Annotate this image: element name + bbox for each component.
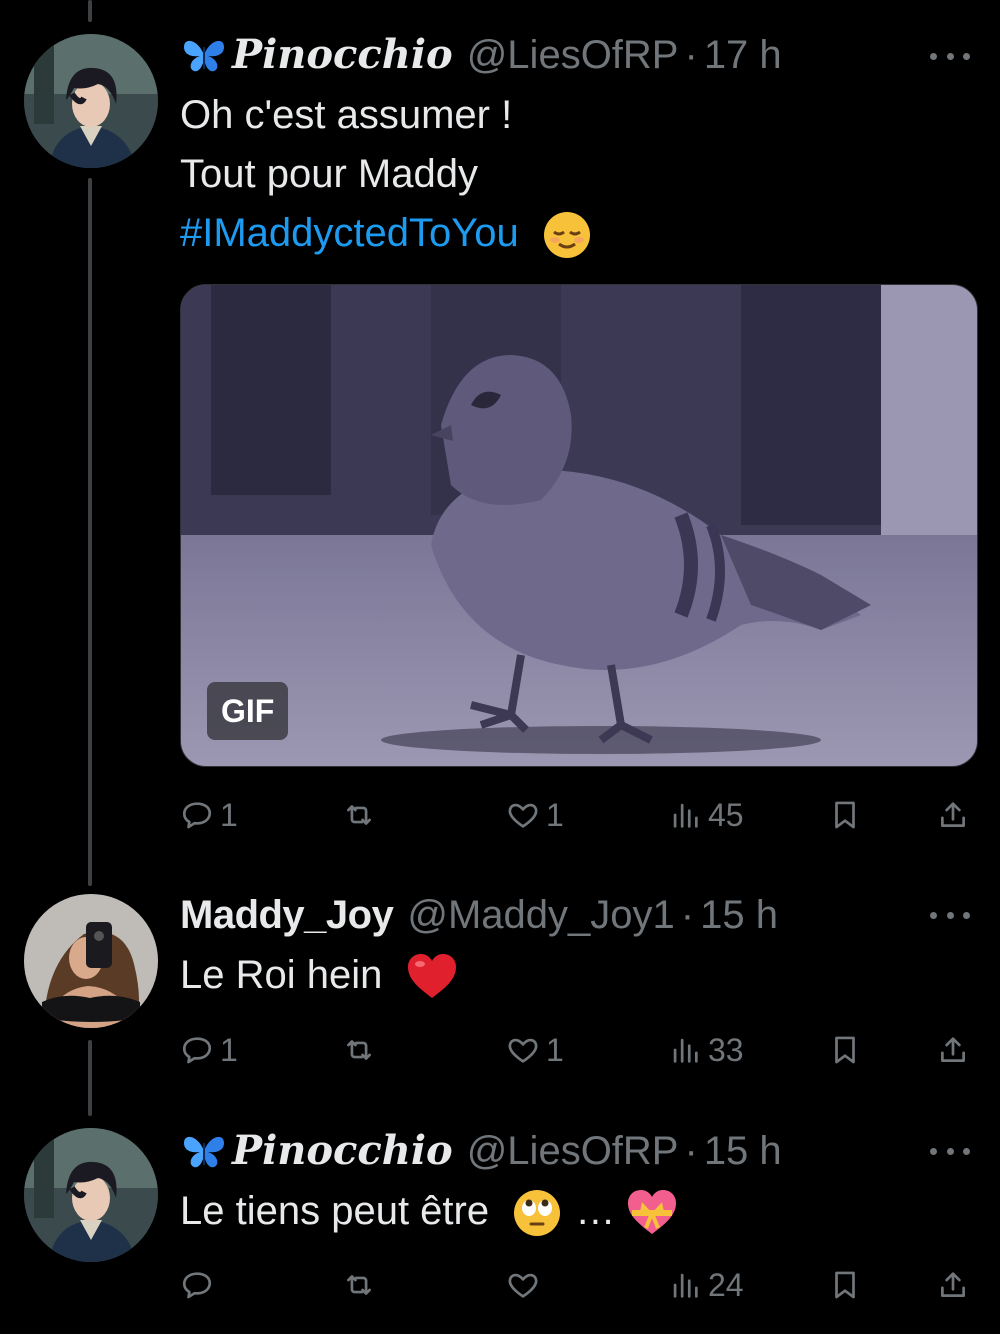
rolling-eyes-face-icon (512, 1188, 562, 1238)
text-line: Le Roi hein (180, 953, 383, 997)
separator: · (680, 893, 695, 937)
bookmark-icon (835, 1271, 855, 1299)
bookmark-icon (835, 1036, 855, 1064)
avatar[interactable] (24, 1128, 158, 1262)
share-button[interactable] (936, 1025, 970, 1075)
like-icon (508, 803, 538, 828)
bookmark-icon (835, 801, 855, 829)
ellipsis: … (575, 1189, 616, 1233)
views-icon (673, 1038, 698, 1063)
views-icon (673, 1273, 698, 1298)
share-button[interactable] (936, 1260, 970, 1310)
like-count: 1 (546, 1031, 564, 1068)
views-count: 24 (708, 1266, 744, 1303)
avatar[interactable] (24, 894, 158, 1028)
butterfly-icon (180, 35, 228, 75)
display-name[interactable]: Maddy_Joy (180, 890, 394, 940)
separator: · (684, 1129, 698, 1173)
reply-button[interactable]: 1 (180, 790, 238, 840)
action-bar: 24 (180, 1260, 980, 1310)
tweet-text: Le Roi hein (180, 946, 960, 1005)
timestamp[interactable]: 15 h (704, 1126, 782, 1176)
more-icon[interactable] (930, 46, 970, 66)
views-icon (673, 803, 698, 828)
like-button[interactable]: 1 (506, 1025, 564, 1075)
retweet-button[interactable] (342, 1025, 382, 1075)
views-count: 45 (708, 796, 744, 833)
reply-icon (182, 1272, 212, 1299)
retweet-button[interactable] (342, 1260, 382, 1310)
heart-with-ribbon-icon (626, 1188, 678, 1238)
tweet-text: Oh c'est assumer ! Tout pour Maddy #IMad… (180, 86, 960, 263)
like-count: 1 (546, 796, 564, 833)
retweet-icon (347, 1275, 371, 1295)
user-handle[interactable]: @LiesOfRP (467, 30, 679, 80)
retweet-icon (347, 1040, 371, 1060)
action-bar: 1 1 33 (180, 1025, 980, 1075)
gif-media[interactable]: GIF (180, 284, 978, 767)
tweet-header: Pinocchio @LiesOfRP · 15 h (180, 1126, 920, 1176)
bookmark-button[interactable] (828, 1260, 862, 1310)
like-icon (508, 1273, 538, 1298)
display-name[interactable]: Pinocchio (232, 1126, 453, 1176)
tweet-header: Maddy_Joy @Maddy_Joy1 · 15 h (180, 890, 920, 940)
reply-icon (182, 802, 212, 829)
tweet[interactable]: Pinocchio @LiesOfRP · 15 h Le tiens peut… (0, 1116, 1000, 1334)
bookmark-button[interactable] (828, 1025, 862, 1075)
tweet[interactable]: Maddy_Joy @Maddy_Joy1 · 15 h Le Roi hein… (0, 880, 1000, 1100)
more-icon[interactable] (930, 905, 970, 925)
more-icon[interactable] (930, 1141, 970, 1161)
share-button[interactable] (936, 790, 970, 840)
views-button[interactable]: 45 (668, 790, 744, 840)
like-icon (508, 1038, 538, 1063)
avatar[interactable] (24, 34, 158, 168)
reply-button[interactable]: 1 (180, 1025, 238, 1075)
share-icon (941, 1037, 965, 1062)
red-heart-icon (406, 952, 458, 1002)
separator: · (684, 33, 698, 77)
reply-count: 1 (220, 796, 238, 833)
text-line: Oh c'est assumer ! (180, 93, 513, 137)
share-icon (941, 1272, 965, 1297)
retweet-button[interactable] (342, 790, 382, 840)
reply-icon (182, 1037, 212, 1064)
bookmark-button[interactable] (828, 790, 862, 840)
like-button[interactable]: 1 (506, 790, 564, 840)
gif-badge: GIF (207, 682, 289, 740)
timestamp[interactable]: 15 h (700, 890, 778, 940)
display-name[interactable]: Pinocchio (232, 30, 453, 80)
reply-button[interactable] (180, 1260, 220, 1310)
reply-count: 1 (220, 1031, 238, 1068)
user-handle[interactable]: @LiesOfRP (467, 1126, 679, 1176)
hashtag-link[interactable]: #IMaddyctedToYou (180, 211, 519, 255)
views-count: 33 (708, 1031, 744, 1068)
text-line: Le tiens peut être (180, 1189, 490, 1233)
tweet[interactable]: Pinocchio @LiesOfRP · 17 h Oh c'est assu… (0, 0, 1000, 860)
action-bar: 1 1 45 (180, 790, 980, 840)
user-handle[interactable]: @Maddy_Joy1 (407, 890, 674, 940)
views-button[interactable]: 24 (668, 1260, 744, 1310)
relieved-face-icon (542, 210, 592, 260)
text-line: Tout pour Maddy (180, 152, 478, 196)
like-button[interactable] (506, 1260, 546, 1310)
share-icon (941, 802, 965, 827)
tweet-header: Pinocchio @LiesOfRP · 17 h (180, 30, 920, 80)
retweet-icon (347, 805, 371, 825)
timestamp[interactable]: 17 h (704, 30, 782, 80)
views-button[interactable]: 33 (668, 1025, 744, 1075)
butterfly-icon (180, 1131, 228, 1171)
tweet-text: Le tiens peut être … (180, 1182, 960, 1241)
timeline: Pinocchio @LiesOfRP · 17 h Oh c'est assu… (0, 0, 1000, 1334)
